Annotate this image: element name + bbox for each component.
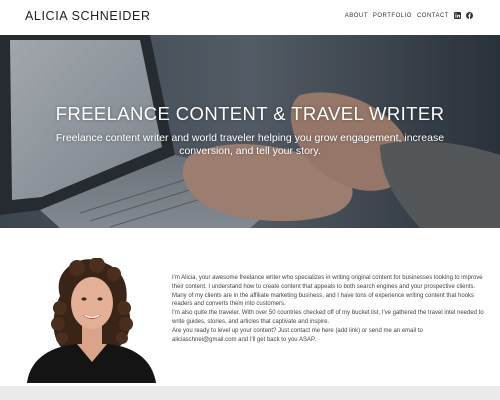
bio-paragraph-4: Are you ready to level up your content? … bbox=[172, 327, 484, 345]
email-link[interactable]: aliciaschnei@gmail.com bbox=[172, 337, 236, 343]
footer-band bbox=[0, 386, 500, 400]
nav-about[interactable]: ABOUT bbox=[345, 13, 368, 19]
nav-portfolio[interactable]: PORTFOLIO bbox=[373, 13, 412, 19]
bio-paragraph-2: Many of my clients are in the affiliate … bbox=[172, 292, 475, 308]
linkedin-icon[interactable] bbox=[454, 12, 461, 19]
profile-photo bbox=[22, 258, 158, 383]
hero-subtitle: Freelance content writer and world trave… bbox=[50, 132, 450, 158]
nav-contact[interactable]: CONTACT bbox=[417, 13, 449, 19]
bio-cta-middle: or send me an email to bbox=[360, 327, 423, 334]
hero-banner: FREELANCE CONTENT & TRAVEL WRITER Freela… bbox=[0, 35, 500, 228]
bio-paragraph-3: I'm also quite the traveler. With over 5… bbox=[172, 310, 484, 325]
bio-paragraph-1: I'm Alicia, your awesome freelance write… bbox=[172, 275, 483, 290]
site-header: ALICIA SCHNEIDER ABOUT PORTFOLIO CONTACT bbox=[0, 0, 500, 35]
contact-link[interactable]: (add link) bbox=[335, 328, 360, 334]
about-section: I'm Alicia, your awesome freelance write… bbox=[0, 228, 500, 386]
hero-subtitle-line1: Freelance content writer and world trave… bbox=[55, 132, 445, 144]
bio-text: I'm Alicia, your awesome freelance write… bbox=[172, 274, 484, 344]
hero-title: FREELANCE CONTENT & TRAVEL WRITER bbox=[55, 103, 445, 124]
bio-cta-end: and I'll get back to you ASAP. bbox=[236, 336, 316, 343]
hero-subtitle-line2: conversion, and tell your story. bbox=[179, 145, 321, 157]
facebook-icon[interactable] bbox=[466, 12, 473, 19]
bio-cta-text: Are you ready to level up your content? … bbox=[172, 327, 336, 334]
site-title[interactable]: ALICIA SCHNEIDER bbox=[25, 9, 151, 23]
main-nav: ABOUT PORTFOLIO CONTACT bbox=[345, 12, 473, 19]
